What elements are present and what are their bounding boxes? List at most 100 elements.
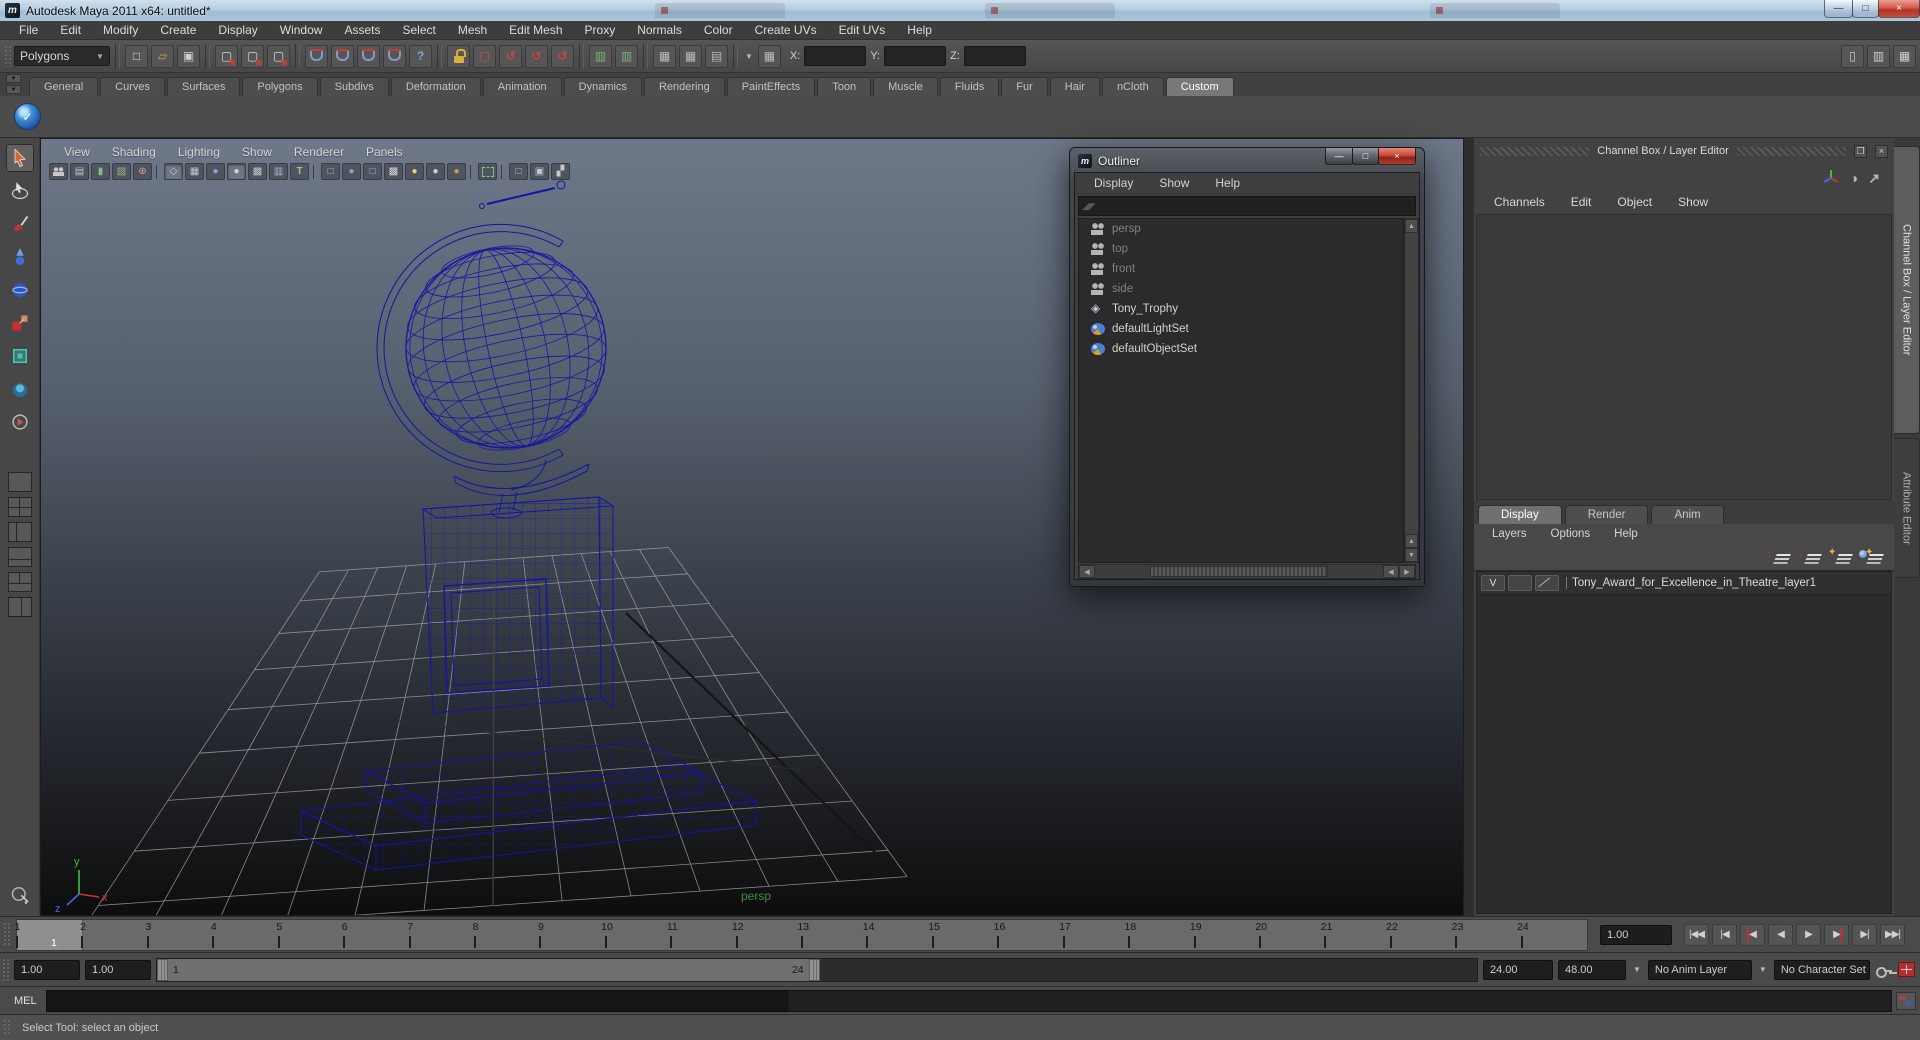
menu-item[interactable]: Assets <box>333 23 391 37</box>
camera-attributes-icon[interactable] <box>70 163 89 180</box>
snap-to-plane-icon[interactable] <box>383 44 406 68</box>
outliner-maximize-button[interactable]: □ <box>1352 148 1379 165</box>
counter-icon[interactable] <box>705 44 728 68</box>
channel-box-menu-item[interactable]: Object <box>1607 195 1662 209</box>
render-frame-icon[interactable] <box>525 44 548 68</box>
play-forwards-button[interactable]: ▶ <box>1796 923 1821 946</box>
tab-attribute-editor[interactable]: Attribute Editor <box>1894 438 1920 578</box>
frame-tick[interactable]: 2 <box>80 920 147 950</box>
close-panel-icon[interactable]: × <box>1875 144 1888 158</box>
command-line-mode-label[interactable]: MEL <box>0 995 46 1007</box>
symmetry-icon[interactable] <box>757 44 781 68</box>
layer-editor-menu-item[interactable]: Options <box>1541 528 1601 540</box>
frame-tick[interactable]: 7 <box>407 920 475 950</box>
gate-mask-icon[interactable] <box>248 163 267 180</box>
layer-row[interactable]: V Tony_Award_for_Excellence_in_Theatre_l… <box>1477 572 1891 596</box>
x-coordinate-field[interactable] <box>804 46 867 66</box>
shelf-tab[interactable]: Deformation <box>390 77 481 96</box>
snap-to-point-icon[interactable] <box>357 44 380 68</box>
flat-light-icon[interactable] <box>426 163 445 180</box>
y-coordinate-field[interactable] <box>884 46 947 66</box>
shelf-tab[interactable]: PaintEffects <box>726 77 816 96</box>
layer-name[interactable]: Tony_Award_for_Excellence_in_Theatre_lay… <box>1566 577 1816 590</box>
menu-item[interactable]: Select <box>391 23 446 37</box>
outliner-menu-item[interactable]: Show <box>1148 176 1200 190</box>
frame-tick[interactable]: 15 <box>928 920 998 950</box>
playback-end-field[interactable]: 24.00 <box>1483 959 1553 980</box>
frame-tick[interactable]: 24 <box>1517 920 1587 950</box>
resolution-gate-icon[interactable] <box>363 163 382 180</box>
outliner-menu-item[interactable]: Display <box>1083 176 1144 190</box>
command-line-input[interactable] <box>46 989 788 1012</box>
range-slider[interactable]: 1 24 <box>156 957 1478 982</box>
textured-mode-icon[interactable] <box>290 163 309 180</box>
channel-box-menu-item[interactable]: Show <box>1668 195 1718 209</box>
character-set-dropdown[interactable]: No Character Set <box>1773 959 1870 980</box>
chevron-down-icon[interactable]: ▼ <box>1757 965 1769 974</box>
show-split-pane-icon[interactable] <box>1867 44 1890 68</box>
menu-item[interactable]: Proxy <box>574 23 627 37</box>
select-by-object-icon[interactable] <box>241 44 264 68</box>
rotate-tool[interactable] <box>6 276 34 304</box>
last-tool[interactable] <box>6 408 34 436</box>
select-tool[interactable] <box>5 144 34 172</box>
frame-tick[interactable]: 9 <box>538 920 605 950</box>
layer-editor-tab[interactable]: Anim <box>1651 505 1724 525</box>
snap-to-grid-icon[interactable] <box>305 44 328 68</box>
menu-item[interactable]: Edit Mesh <box>498 23 573 37</box>
channel-box-menu-item[interactable]: Edit <box>1561 195 1602 209</box>
channel-manipulator-axis-icon[interactable] <box>1822 168 1840 189</box>
play-backwards-button[interactable]: ◀ <box>1768 923 1793 946</box>
move-tool[interactable] <box>6 243 34 271</box>
zoom-region-icon[interactable] <box>133 163 152 180</box>
channel-list-area[interactable] <box>1476 214 1892 501</box>
show-single-pane-icon[interactable] <box>1841 44 1864 68</box>
pipeline-b-icon[interactable] <box>615 44 638 68</box>
scroll-left-icon[interactable]: ◀ <box>1383 565 1399 578</box>
isolate-select-icon[interactable] <box>6 880 34 908</box>
outliner-horizontal-scrollbar[interactable]: ◀ ◀ ▶ <box>1078 564 1416 579</box>
lasso-tool[interactable] <box>6 177 34 205</box>
menu-item[interactable]: Window <box>269 23 334 37</box>
z-coordinate-field[interactable] <box>963 46 1026 66</box>
custom-shelf-sphere-icon[interactable] <box>14 103 41 130</box>
default-light-icon[interactable] <box>227 163 246 180</box>
frame-tick[interactable]: 11 <box>667 920 736 950</box>
use-all-lights-icon[interactable] <box>405 163 424 180</box>
menu-item[interactable]: Color <box>693 23 744 37</box>
channel-speed-toggle-icon[interactable]: ◑ <box>1850 170 1858 186</box>
frame-tick[interactable]: 17 <box>1059 920 1129 950</box>
frame-tick[interactable]: 12 <box>732 920 802 950</box>
move-layer-down-icon[interactable]: ↓ <box>1798 549 1822 565</box>
new-scene-icon[interactable] <box>125 44 148 68</box>
outliner-window[interactable]: m Outliner — □ × Display Show Help ◢◤ pe… <box>1069 147 1425 587</box>
show-grid-pane-icon[interactable] <box>1893 44 1916 68</box>
outliner-minimize-button[interactable]: — <box>1325 148 1353 165</box>
menu-item[interactable]: Normals <box>626 23 693 37</box>
wireframe-mode-icon[interactable] <box>164 163 183 180</box>
range-start-handle[interactable] <box>157 958 168 981</box>
frame-tick[interactable]: 18 <box>1124 920 1194 950</box>
shelf-tab[interactable]: Animation <box>482 77 562 96</box>
viewport-menu-item[interactable]: View <box>55 145 99 159</box>
shelf-tab[interactable]: Fur <box>1001 77 1048 96</box>
side-split-layout-button[interactable] <box>7 597 32 617</box>
shelf-tab[interactable]: Dynamics <box>563 77 642 96</box>
layer-playback-toggle[interactable] <box>1508 575 1532 592</box>
save-scene-icon[interactable] <box>177 44 200 68</box>
outliner-item-tony-trophy[interactable]: Tony_Trophy <box>1079 299 1403 319</box>
scale-tool[interactable] <box>6 309 34 337</box>
viewport-menu-item[interactable]: Show <box>233 145 281 159</box>
menu-item[interactable]: Edit <box>49 23 92 37</box>
paint-select-tool[interactable] <box>6 210 34 238</box>
step-back-frame-button[interactable]: |◀ <box>1712 923 1737 946</box>
snap-to-curve-icon[interactable] <box>331 44 354 68</box>
shelf-tab[interactable]: Fluids <box>939 77 1000 96</box>
outliner-item-front[interactable]: front <box>1079 259 1403 279</box>
frame-tick[interactable]: 23 <box>1452 920 1521 950</box>
menu-item[interactable]: File <box>8 23 49 37</box>
grid-icon[interactable] <box>185 163 204 180</box>
channel-hyperbolic-arrow-icon[interactable]: ↗ <box>1868 170 1880 187</box>
menu-item[interactable]: Display <box>207 23 268 37</box>
frame-tick[interactable]: 20 <box>1255 920 1325 950</box>
